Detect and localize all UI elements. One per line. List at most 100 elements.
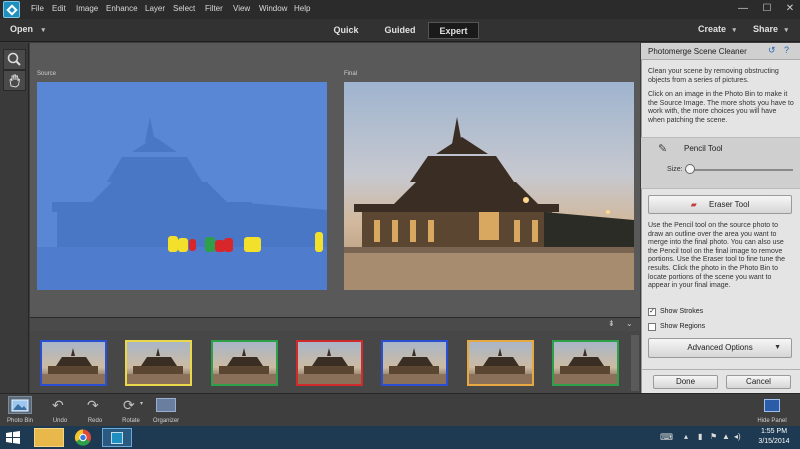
- photo-bin: [30, 331, 640, 393]
- pencil-icon[interactable]: ✎: [658, 142, 667, 155]
- thumbnail[interactable]: [125, 340, 192, 386]
- open-button[interactable]: Open ▾: [10, 24, 45, 34]
- panel-header: Photomerge Scene Cleaner ↺ ?: [641, 43, 800, 60]
- photo-bin-header: ⇟ ⌄: [30, 317, 640, 331]
- thumbnail[interactable]: [467, 340, 534, 386]
- advanced-options-label: Advanced Options: [687, 343, 753, 352]
- final-image[interactable]: [344, 82, 634, 290]
- final-photo-svg: [344, 117, 634, 290]
- file-explorer-icon[interactable]: [34, 428, 64, 447]
- photo-bin-label: Photo Bin: [6, 418, 34, 424]
- organizer-label: Organizer: [152, 418, 180, 424]
- hand-icon: [9, 74, 21, 88]
- bottom-toolbar: Photo Bin ↶ Undo ↷ Redo ⟳ ▾ Rotate Organ…: [0, 393, 800, 426]
- network-icon[interactable]: ▲: [722, 432, 730, 441]
- thumbnail[interactable]: [211, 340, 278, 386]
- size-slider-thumb[interactable]: [685, 164, 695, 174]
- minimize-button[interactable]: —: [731, 0, 755, 18]
- create-label: Create: [698, 24, 727, 34]
- thumbnail[interactable]: [552, 340, 619, 386]
- chevron-down-icon: ▼: [774, 344, 781, 351]
- windows-taskbar: ⌨ ▴ ▮ ⚑ ▲ ◂) 1:55 PM 3/15/2014: [0, 426, 800, 449]
- app-logo-icon: [3, 1, 20, 18]
- show-strokes-label: Show Strokes: [660, 308, 704, 315]
- hand-tool[interactable]: [3, 70, 26, 91]
- undo-icon[interactable]: ↶: [52, 397, 64, 414]
- maximize-button[interactable]: ☐: [755, 0, 779, 18]
- undo-label: Undo: [52, 418, 68, 424]
- eraser-tool-label: Eraser Tool: [709, 200, 750, 209]
- share-button[interactable]: Share ▾: [753, 24, 788, 34]
- panel-title: Photomerge Scene Cleaner: [648, 47, 747, 56]
- create-button[interactable]: Create ▾: [698, 24, 736, 34]
- tray-chevron-icon[interactable]: ▴: [684, 432, 688, 441]
- photo-bin-icon: [11, 399, 29, 412]
- chevron-down-icon: ▾: [784, 27, 789, 34]
- mode-bar: Open ▾ Quick Guided Expert Create ▾ Shar…: [0, 19, 800, 42]
- rotate-icon[interactable]: ⟳: [123, 397, 135, 414]
- keyboard-icon[interactable]: ⌨: [660, 432, 673, 443]
- clock-time[interactable]: 1:55 PM: [754, 428, 794, 435]
- menu-view[interactable]: View: [233, 4, 250, 13]
- show-regions-label: Show Regions: [660, 323, 706, 330]
- windows-start-icon[interactable]: [6, 431, 20, 449]
- help-icon[interactable]: ?: [784, 45, 789, 55]
- flag-icon[interactable]: ⚑: [710, 432, 717, 441]
- clock-date[interactable]: 3/15/2014: [754, 438, 794, 445]
- organizer-icon[interactable]: [156, 398, 176, 412]
- eraser-icon: ▰: [690, 200, 697, 209]
- bin-options-icon[interactable]: ⇟: [608, 319, 615, 328]
- mode-quick[interactable]: Quick: [324, 22, 368, 39]
- advanced-options-button[interactable]: Advanced Options ▼: [648, 338, 792, 358]
- chevron-down-icon[interactable]: ▾: [140, 400, 143, 407]
- photo-bin-button[interactable]: [8, 396, 32, 414]
- cancel-button[interactable]: Cancel: [726, 375, 791, 389]
- chevron-down-icon[interactable]: ⌄: [626, 319, 633, 328]
- pencil-tool-label[interactable]: Pencil Tool: [684, 144, 723, 153]
- show-strokes-checkbox[interactable]: ✓: [648, 308, 656, 316]
- redo-icon[interactable]: ↷: [87, 397, 99, 414]
- eraser-tool-button[interactable]: ▰ Eraser Tool: [648, 195, 792, 214]
- thumbnail[interactable]: [296, 340, 363, 386]
- photoshop-elements-taskbar-icon[interactable]: [102, 428, 132, 447]
- thumbnail[interactable]: [381, 340, 448, 386]
- hide-panel-icon[interactable]: [764, 399, 780, 412]
- source-image[interactable]: [37, 82, 327, 290]
- thumbnail[interactable]: [40, 340, 107, 386]
- pencil-tool-section: ✎ Pencil Tool Size:: [641, 137, 800, 189]
- menu-edit[interactable]: Edit: [52, 4, 66, 13]
- magnifier-icon: [7, 52, 21, 66]
- source-photo-svg: [37, 117, 327, 290]
- done-button[interactable]: Done: [653, 375, 718, 389]
- final-label: Final: [344, 71, 358, 77]
- reset-icon[interactable]: ↺: [768, 45, 776, 56]
- panel-intro: Clean your scene by removing obstructing…: [648, 68, 779, 84]
- rotate-label: Rotate: [122, 418, 140, 424]
- chevron-down-icon: ▾: [732, 27, 737, 34]
- size-label: Size:: [667, 166, 683, 173]
- close-button[interactable]: ✕: [778, 0, 800, 18]
- menu-filter[interactable]: Filter: [205, 4, 223, 13]
- menu-select[interactable]: Select: [173, 4, 195, 13]
- menu-layer[interactable]: Layer: [145, 4, 165, 13]
- show-regions-checkbox[interactable]: [648, 323, 656, 331]
- divider: [641, 369, 800, 370]
- menu-bar: File Edit Image Enhance Layer Select Fil…: [0, 0, 800, 19]
- menu-help[interactable]: Help: [294, 4, 310, 13]
- source-label: Source: [37, 71, 57, 77]
- mode-guided[interactable]: Guided: [378, 22, 422, 39]
- chrome-icon[interactable]: [68, 428, 98, 447]
- size-slider-track[interactable]: [685, 169, 793, 171]
- panel-help-text: Use the Pencil tool on the source photo …: [648, 222, 785, 290]
- bin-scrollbar[interactable]: [631, 335, 639, 391]
- mode-expert[interactable]: Expert: [428, 22, 479, 39]
- tools-panel: [0, 43, 29, 393]
- battery-icon[interactable]: ▮: [698, 432, 702, 441]
- menu-window[interactable]: Window: [259, 4, 287, 13]
- menu-file[interactable]: File: [31, 4, 44, 13]
- zoom-tool[interactable]: [3, 49, 26, 70]
- redo-label: Redo: [87, 418, 103, 424]
- menu-image[interactable]: Image: [76, 4, 98, 13]
- volume-icon[interactable]: ◂): [734, 432, 741, 441]
- menu-enhance[interactable]: Enhance: [106, 4, 138, 13]
